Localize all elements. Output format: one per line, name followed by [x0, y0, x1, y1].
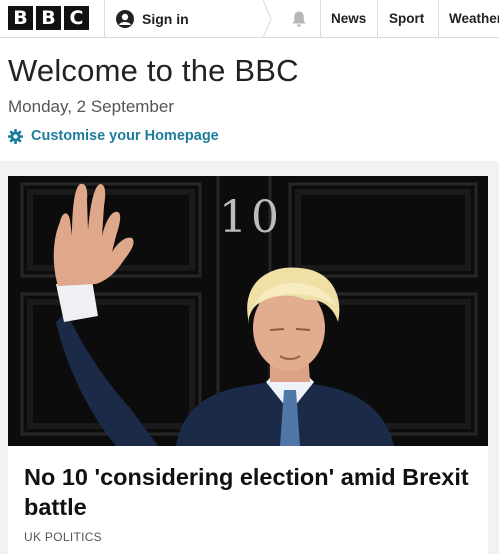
- sign-in-link[interactable]: Sign in: [116, 0, 189, 38]
- hero-image[interactable]: 10: [8, 176, 488, 446]
- customise-homepage-label: Customise your Homepage: [31, 128, 219, 144]
- story-headline[interactable]: No 10 'considering election' amid Brexit…: [24, 462, 474, 522]
- logo-letter-c: C: [64, 6, 89, 30]
- top-story-card[interactable]: 10 No 10 'considering election' amid Bre…: [8, 176, 488, 554]
- page-title: Welcome to the BBC: [8, 53, 299, 88]
- nav-sport-link[interactable]: Sport: [389, 0, 424, 38]
- nav-divider: [320, 0, 321, 38]
- nav-weather-link[interactable]: Weather: [449, 0, 499, 38]
- nav-divider: [377, 0, 378, 38]
- chevron-right-icon: [262, 0, 272, 38]
- nav-news-link[interactable]: News: [331, 0, 366, 38]
- logo-letter-b2: B: [36, 6, 61, 30]
- nav-divider: [104, 0, 105, 38]
- bell-icon: [292, 11, 306, 27]
- logo-letter-b1: B: [8, 6, 33, 30]
- notifications-button[interactable]: [278, 0, 320, 38]
- story-category[interactable]: UK POLITICS: [24, 530, 102, 544]
- bbc-logo[interactable]: B B C: [8, 6, 89, 30]
- sign-in-label: Sign in: [142, 11, 189, 27]
- downing-street-door-photo: 10: [8, 176, 488, 446]
- nav-divider: [438, 0, 439, 38]
- user-icon: [116, 10, 134, 28]
- gear-icon: [8, 128, 23, 144]
- door-number: 10: [219, 192, 283, 243]
- customise-homepage-link[interactable]: Customise your Homepage: [8, 128, 219, 144]
- top-navigation-bar: B B C Sign in News Sport Weather: [0, 0, 499, 38]
- current-date: Monday, 2 September: [8, 97, 174, 116]
